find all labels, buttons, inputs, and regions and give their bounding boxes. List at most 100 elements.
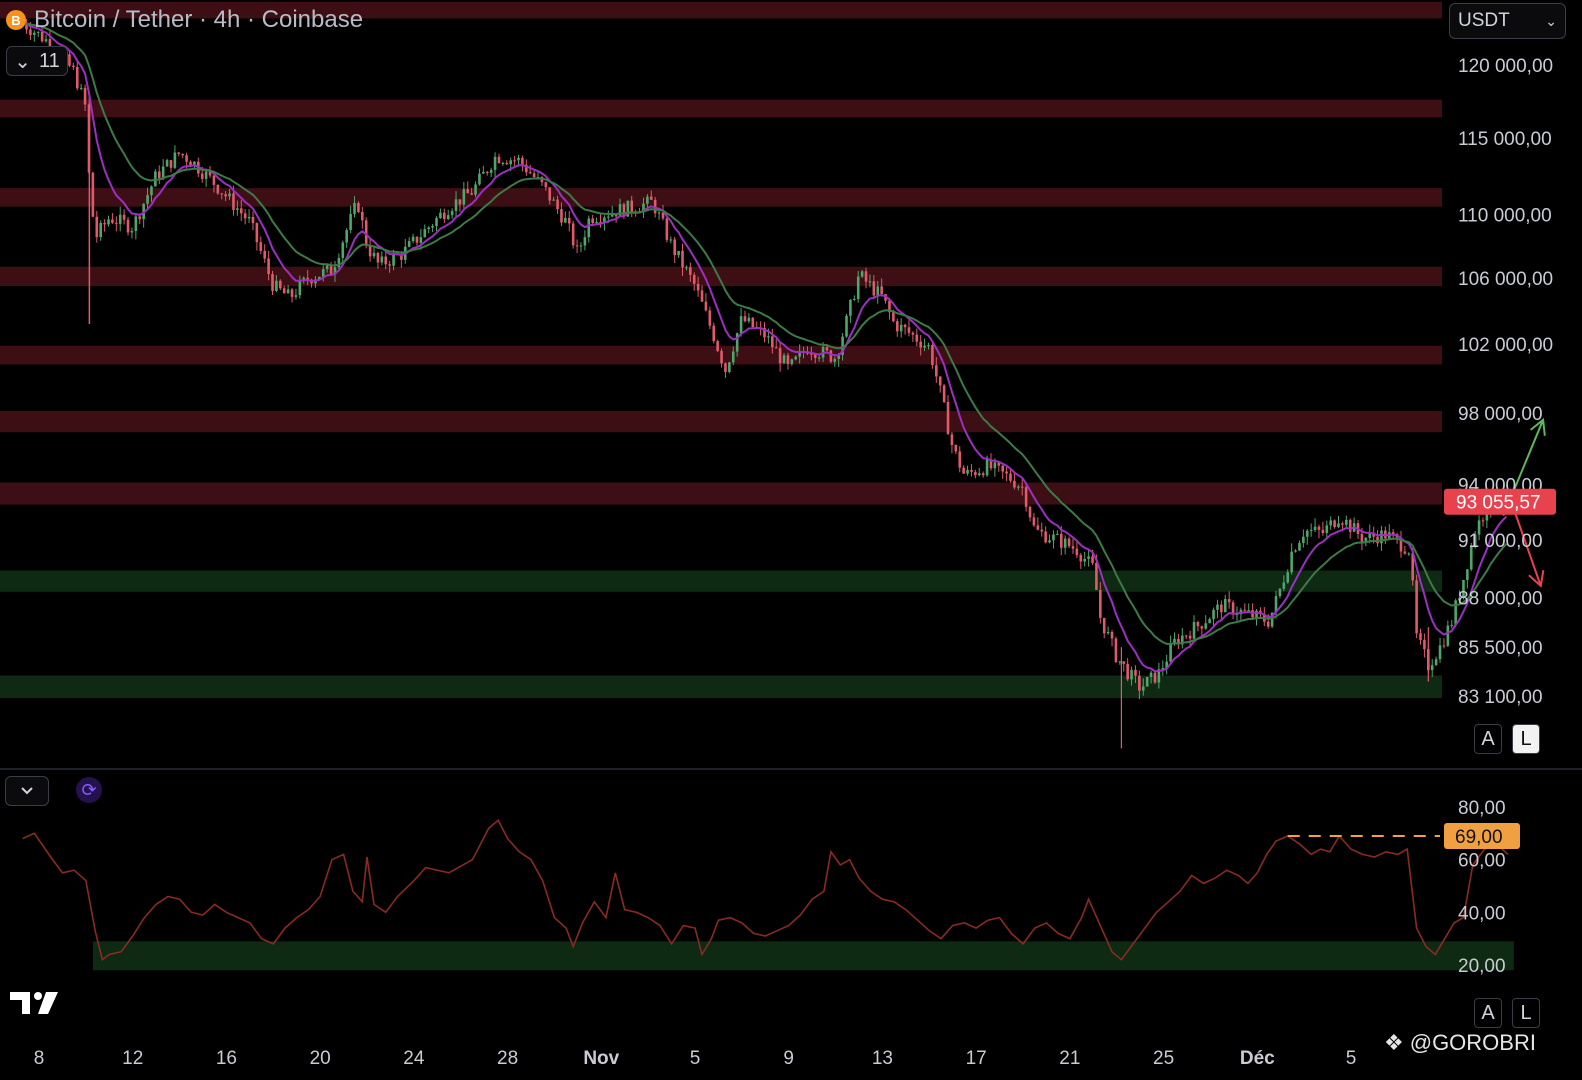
candle — [880, 286, 883, 295]
candle — [630, 200, 634, 212]
resistance-zone — [0, 99, 1442, 118]
candle — [509, 160, 512, 165]
candle — [1430, 665, 1434, 671]
candle — [341, 242, 345, 259]
candle — [860, 271, 864, 277]
indicators-toggle-button[interactable]: ⌄ 11 — [6, 46, 68, 76]
sync-icon[interactable]: ⟳ — [76, 777, 102, 803]
rsi-tick-label: 20,00 — [1458, 956, 1506, 977]
candle — [786, 355, 790, 364]
currency-select[interactable]: USDT ⌄ — [1449, 3, 1566, 39]
candle — [454, 199, 458, 211]
price-axis: 120 000,00 115 000,00 110 000,00 106 000,00… — [1458, 56, 1553, 708]
candle — [1345, 519, 1348, 525]
candle — [1059, 533, 1063, 548]
candle — [817, 357, 821, 359]
candle — [376, 252, 380, 263]
candle — [692, 274, 696, 284]
candle — [1122, 661, 1126, 664]
candle — [1118, 661, 1122, 663]
candle — [1341, 523, 1344, 525]
candle — [1333, 520, 1336, 528]
candle — [657, 212, 661, 214]
candle — [95, 216, 99, 238]
candle — [845, 315, 848, 337]
candle — [1044, 531, 1047, 543]
candle — [528, 172, 532, 174]
candle — [1196, 622, 1200, 627]
candle — [1001, 465, 1004, 472]
candle — [1450, 624, 1454, 626]
candle — [1223, 599, 1227, 613]
candle — [485, 171, 489, 173]
candle — [993, 462, 997, 469]
candle — [778, 348, 782, 364]
candle — [1184, 635, 1188, 637]
candle — [357, 203, 360, 213]
candle — [1282, 582, 1286, 589]
chart-canvas[interactable]: 120 000,00 115 000,00 110 000,00 106 000,00… — [0, 0, 1582, 1080]
candle — [177, 152, 181, 154]
candle — [564, 217, 567, 223]
rsi-pane-toggle-button[interactable] — [5, 776, 49, 806]
candle — [813, 354, 817, 358]
candle — [282, 288, 286, 294]
candle — [298, 280, 302, 296]
rsi-auto-scale-button[interactable]: A — [1474, 998, 1502, 1028]
candle — [681, 250, 684, 268]
candle — [146, 195, 149, 204]
price-tick-label: 98 000,00 — [1458, 404, 1543, 425]
candle — [368, 245, 372, 257]
candle — [731, 351, 735, 363]
candle — [1036, 525, 1040, 530]
candle — [575, 245, 579, 247]
support-zone — [0, 675, 1442, 699]
candle — [1325, 525, 1329, 534]
auto-scale-button[interactable]: A — [1474, 724, 1502, 754]
candle — [942, 385, 946, 402]
time-tick-label: 25 — [1153, 1048, 1174, 1069]
candle — [384, 256, 388, 265]
candle — [1434, 659, 1438, 666]
price-tick-label: 106 000,00 — [1458, 269, 1553, 290]
candle — [1216, 604, 1219, 610]
candle — [556, 199, 559, 210]
candle — [505, 162, 509, 165]
candle — [1009, 473, 1012, 481]
tradingview-logo[interactable] — [10, 988, 60, 1016]
candle — [83, 87, 87, 105]
log-scale-button[interactable]: L — [1512, 724, 1540, 754]
candle — [493, 156, 497, 170]
candle — [450, 210, 454, 216]
rsi-log-scale-button[interactable]: L — [1512, 998, 1540, 1028]
price-tick-label: 88 000,00 — [1458, 589, 1543, 610]
candle — [1130, 669, 1133, 680]
candle — [985, 459, 989, 476]
candle — [1087, 556, 1090, 559]
candle — [372, 252, 376, 257]
price-tick-label: 85 500,00 — [1458, 638, 1543, 659]
candle — [1028, 506, 1032, 518]
candle — [1153, 672, 1157, 683]
candle — [607, 216, 610, 218]
candle — [138, 216, 142, 220]
candle — [489, 169, 493, 173]
candle — [1114, 638, 1118, 662]
candle — [958, 451, 962, 468]
candle — [919, 341, 922, 348]
candle — [1099, 589, 1102, 618]
candle — [1466, 569, 1469, 580]
candle — [1337, 523, 1340, 528]
candle — [1106, 631, 1110, 634]
binance-icon: ❖ — [1384, 1030, 1404, 1055]
time-tick-label: Déc — [1240, 1048, 1275, 1069]
candle — [1419, 633, 1422, 640]
candle — [497, 156, 501, 164]
candle — [571, 223, 575, 246]
candle — [1348, 519, 1352, 532]
candle — [458, 199, 462, 205]
candle — [1141, 686, 1145, 691]
candle — [853, 299, 856, 301]
candle — [876, 286, 880, 296]
candle — [1212, 609, 1215, 620]
